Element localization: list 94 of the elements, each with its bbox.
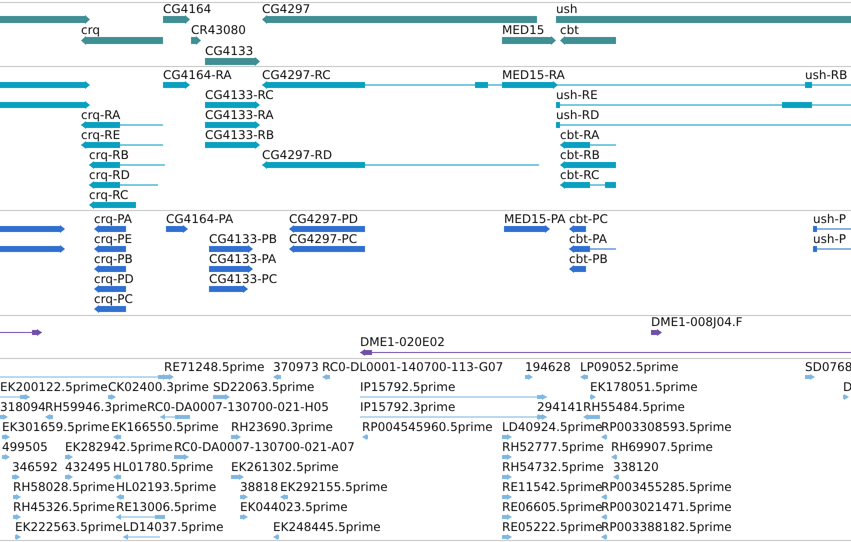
feature-label: CG4297-RD <box>262 148 332 162</box>
feature-label: 432495 <box>65 460 111 474</box>
feature-label: RH45326.5prime <box>13 500 115 514</box>
feature-label: LD40924.5prime <box>502 420 603 434</box>
feature-label: IP15792.5prime <box>360 380 456 394</box>
feature-label: RP003388182.5prime <box>601 520 732 534</box>
feature-label: EK166550.5prime <box>111 420 219 434</box>
feature-label: CG4133-RA <box>205 108 274 122</box>
feature-label: IP15792.3prime <box>360 400 456 414</box>
feature-label: crq <box>81 23 100 37</box>
feature-label: ush-P <box>813 212 846 226</box>
feature-label: CG4133-PA <box>209 252 276 266</box>
feature-label: cbt-RB <box>560 148 600 162</box>
feature-label: ush-RD <box>556 108 600 122</box>
feature-label: LD14037.5prime <box>123 520 224 534</box>
feature-label: crq-PE <box>94 232 132 246</box>
feature-label: crq-RD <box>89 168 130 182</box>
feature-label: CG4164 <box>163 3 212 16</box>
feature-label: CG4297-RC <box>262 68 331 82</box>
feature-label: EK044023.5prime <box>240 500 348 514</box>
feature-label: CG4297-PD <box>289 212 358 226</box>
feature-label: RP003308593.5prime <box>601 420 732 434</box>
feature-label: crq-PC <box>94 292 133 306</box>
feature-label: EK261302.5prime <box>231 460 339 474</box>
feature-label: CG4297-PC <box>289 232 358 246</box>
feature-label: RH54732.5prime <box>502 460 604 474</box>
feature-label: RE11542.5prime <box>502 480 602 494</box>
feature-label: EK282942.5prime <box>65 440 173 454</box>
feature-label: cbt-PC <box>569 212 608 226</box>
feature-label: MED15-PA <box>504 212 566 226</box>
feature-label: CK02400.3prime <box>108 380 209 394</box>
feature-label: RH55484.5prime <box>583 400 685 414</box>
feature-label: 370973 <box>273 360 319 374</box>
feature-label: cbt-RA <box>560 128 600 142</box>
feature-label: RP004545960.5prime <box>362 420 493 434</box>
feature-label: RP003021471.5prime <box>601 500 732 514</box>
feature-label: EK292155.5prime <box>280 480 388 494</box>
feature-label: CG4133-RC <box>205 88 274 102</box>
feature-label: cbt <box>560 23 579 37</box>
feature-label: RH59946.3prime <box>45 400 147 414</box>
feature-label: crq-PB <box>94 252 133 266</box>
feature-label: RC0-DA0007-130700-021-A07 <box>174 440 355 454</box>
feature-label: crq-RE <box>81 128 120 142</box>
feature-label: CG4133-PC <box>209 272 278 286</box>
feature-label: RE13006.5prime <box>116 500 216 514</box>
feature-label: EK200122.5prime <box>0 380 108 394</box>
feature-label: SD22063.5prime <box>213 380 314 394</box>
feature-label: crq-PA <box>94 212 132 226</box>
feature-label: CG4133-RB <box>205 128 274 142</box>
feature-label: RP003455285.5prime <box>601 480 732 494</box>
feature-label: LP09052.5prime <box>580 360 679 374</box>
feature-label: ush-RB <box>805 68 848 82</box>
feature-label: RE05222.5prime <box>502 520 602 534</box>
feature-label: crq-RA <box>81 108 120 122</box>
feature-label: EK301659.5prime <box>2 420 110 434</box>
feature-label: HL02193.5prime <box>116 480 216 494</box>
feature-label: 294141 <box>537 400 583 414</box>
feature-label: CG4164-PA <box>166 212 234 226</box>
feature-label: RH23690.3prime <box>231 420 333 434</box>
feature-label: cbt-PB <box>569 252 608 266</box>
feature-label: 499505 <box>2 440 48 454</box>
feature-label: CR43080 <box>191 23 246 37</box>
feature-label: 318094 <box>0 400 46 414</box>
feature-label: MED15-RA <box>502 68 565 82</box>
feature-label: CG4297 <box>262 3 310 16</box>
feature-label: EK178051.5prime <box>590 380 698 394</box>
feature-label: crq-RB <box>89 148 129 162</box>
feature-label: cbt-PA <box>569 232 607 246</box>
feature-label: RC0-DA0007-130700-021-H05 <box>147 400 329 414</box>
feature-label: ush <box>556 3 578 16</box>
feature-label: RE71248.5prime <box>164 360 264 374</box>
feature-label: RH58028.5prime <box>13 480 115 494</box>
feature-label: ush-P <box>813 232 846 246</box>
feature-label: RH52777.5prime <box>502 440 604 454</box>
feature-label: ush-RE <box>556 88 598 102</box>
feature-label: cbt-RC <box>560 168 600 182</box>
feature-label: RC0-DL0001-140700-113-G07 <box>322 360 504 374</box>
feature-label: CG4133-PB <box>209 232 278 246</box>
feature-label: crq-PD <box>94 272 134 286</box>
feature-label: crq-RC <box>89 188 128 202</box>
feature-label: DME1-020E02 <box>360 335 445 349</box>
feature-label: HL01780.5prime <box>113 460 214 474</box>
feature-label: 38818 <box>240 480 278 494</box>
feature-label: 194628 <box>525 360 571 374</box>
feature-label: 338120 <box>613 460 659 474</box>
feature-label: RH69907.5prime <box>611 440 713 454</box>
feature-label: EK248445.5prime <box>273 520 381 534</box>
feature-label: CG4133 <box>205 44 254 58</box>
feature-label: RE06605.5prime <box>502 500 602 514</box>
feature-label: 346592 <box>12 460 58 474</box>
feature-label: MED15 <box>502 23 544 37</box>
feature-label: DME1-008J04.F <box>651 316 743 329</box>
feature-label: CG4164-RA <box>163 68 232 82</box>
feature-label: EK222563.5prime <box>15 520 123 534</box>
